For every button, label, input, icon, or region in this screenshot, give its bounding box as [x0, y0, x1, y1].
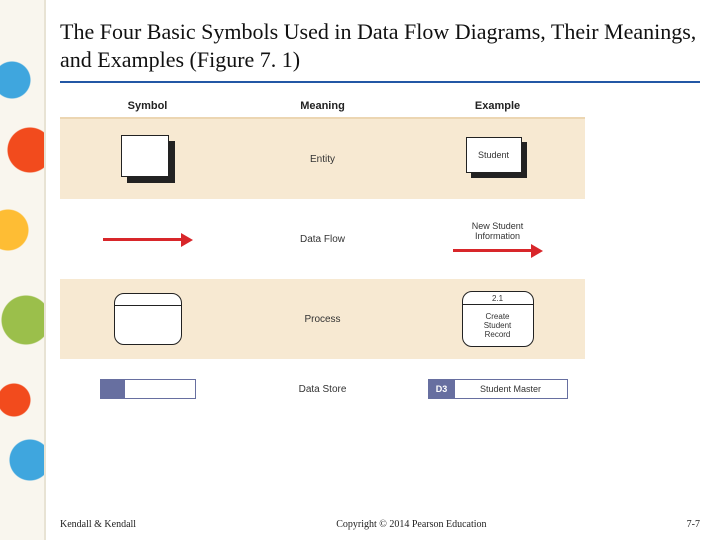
footer-left: Kendall & Kendall — [60, 519, 136, 530]
arrow-icon — [103, 233, 193, 245]
entity-example-icon: Student — [466, 137, 530, 181]
store-example-cell: D3 Student Master — [410, 379, 585, 399]
flow-example-icon: New Student Information — [453, 222, 543, 256]
flow-example-cell: New Student Information — [410, 222, 585, 256]
table-header: Symbol Meaning Example — [60, 95, 585, 119]
process-symbol-icon — [114, 293, 182, 345]
table-row: Entity Student — [60, 119, 585, 199]
entity-meaning: Entity — [235, 154, 410, 165]
process-example-cell: 2.1 Create Student Record — [410, 291, 585, 347]
header-example: Example — [410, 100, 585, 112]
entity-symbol-icon — [121, 135, 175, 183]
flow-example-label: New Student Information — [472, 222, 524, 242]
flow-symbol-cell — [60, 233, 235, 245]
datastore-example-icon: D3 Student Master — [428, 379, 568, 399]
table-row: Process 2.1 Create Student Record — [60, 279, 585, 359]
process-symbol-cell — [60, 293, 235, 345]
datastore-symbol-icon — [100, 379, 196, 399]
process-example-icon: 2.1 Create Student Record — [462, 291, 534, 347]
process-example-label: Create Student Record — [484, 312, 512, 340]
slide-body: The Four Basic Symbols Used in Data Flow… — [60, 18, 700, 526]
footer-center: Copyright © 2014 Pearson Education — [336, 519, 486, 530]
entity-symbol-cell — [60, 135, 235, 183]
slide-title: The Four Basic Symbols Used in Data Flow… — [60, 18, 700, 83]
table-row: Data Flow New Student Information — [60, 199, 585, 279]
flow-meaning: Data Flow — [235, 234, 410, 245]
store-meaning: Data Store — [235, 384, 410, 395]
header-symbol: Symbol — [60, 100, 235, 112]
store-symbol-cell — [60, 379, 235, 399]
entity-example-cell: Student — [410, 137, 585, 181]
table-row: Data Store D3 Student Master — [60, 359, 585, 419]
store-example-label: Student Master — [455, 380, 567, 398]
store-example-tab: D3 — [429, 380, 455, 398]
footer-right: 7-7 — [687, 519, 700, 530]
entity-example-label: Student — [478, 150, 509, 160]
footer: Kendall & Kendall Copyright © 2014 Pears… — [60, 519, 700, 530]
header-meaning: Meaning — [235, 100, 410, 112]
process-meaning: Process — [235, 314, 410, 325]
process-example-num: 2.1 — [463, 292, 533, 305]
figure-7-1: Symbol Meaning Example Entity Student — [60, 95, 585, 455]
decorative-sidebar — [0, 0, 46, 540]
